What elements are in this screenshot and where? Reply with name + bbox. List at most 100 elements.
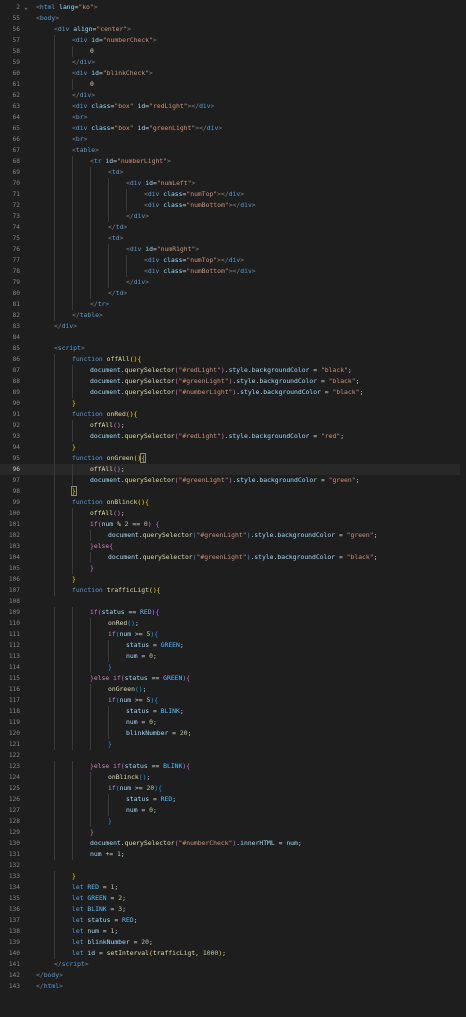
code-line[interactable]: 104 document.querySelector("#greenLight")… [0,552,466,563]
code-line[interactable]: 132 [0,860,466,871]
code-line[interactable]: 74 </td> [0,222,466,233]
code-line[interactable]: 137 let status = RED; [0,915,466,926]
token-attr: class [91,102,111,110]
code-line[interactable]: 72 <div class="numBottom"></div> [0,200,466,211]
code-line[interactable]: 114} [0,662,466,673]
code-line[interactable]: 81 </tr> [0,299,466,310]
code-line[interactable]: 124 onBlinck(); [0,772,466,783]
code-line[interactable]: 97 document.querySelector("#greenLight").… [0,475,466,486]
code-line[interactable]: 70 <div id="numLeft"> [0,178,466,189]
code-line[interactable]: 63 <div class="box" id="redLight"></div> [0,101,466,112]
code-line[interactable]: 92 offAll(); [0,420,466,431]
code-line[interactable]: 93 document.querySelector("#redLight").st… [0,431,466,442]
code-line[interactable]: 138 let num = 1; [0,926,466,937]
code-line[interactable]: 134 let RED = 1; [0,882,466,893]
code-line[interactable]: 67 <table> [0,145,466,156]
code-line[interactable]: 94} [0,442,466,453]
code-line[interactable]: 84 [0,332,466,343]
code-line[interactable]: 122 [0,750,466,761]
current-code-line[interactable]: 96 offAll(); [0,464,466,475]
code-line[interactable]: 113 num = 0; [0,651,466,662]
code-line[interactable]: 78 <div class="numBottom"></div> [0,266,466,277]
code-line[interactable]: 69 <td> [0,167,466,178]
code-line[interactable]: 73 </div> [0,211,466,222]
code-line[interactable]: 140 let id = setInterval(trafficLigt, 100… [0,948,466,959]
code-line[interactable]: 65 <div class="box" id="greenLight"></div… [0,123,466,134]
line-number: 68 [12,158,20,165]
code-line[interactable]: 126 status = RED; [0,794,466,805]
code-line[interactable]: 61 0 [0,79,466,90]
code-line[interactable]: 141 </script> [0,959,466,970]
code-line[interactable]: 95 function onGreen(){ [0,453,466,464]
code-line[interactable]: 57 <div id="numberCheck"> [0,35,466,46]
code-line[interactable]: 106} [0,574,466,585]
code-line[interactable]: 107 function trafficLigt(){ [0,585,466,596]
token-b3: { [154,630,159,638]
code-line[interactable]: 60 <div id="blinkCheck"> [0,68,466,79]
code-line[interactable]: 129} [0,827,466,838]
line-number: 89 [12,389,20,396]
code-line[interactable]: 120 blinkNumber = 20; [0,728,466,739]
code-line[interactable]: 111 if(num >= 5){ [0,629,466,640]
code-line[interactable]: 102 document.querySelector("#greenLight")… [0,530,466,541]
code-line[interactable]: 121} [0,739,466,750]
token-var: document [90,432,121,440]
code-editor[interactable]: 2 ⌄ <html lang="ko"> 55 <body> 56 <div align="… [0,0,466,1017]
code-line[interactable]: 56 <div align="center"> [0,24,466,35]
code-line[interactable]: 76 <div id="numRight"> [0,244,466,255]
code-line[interactable]: 125 if(num >= 20){ [0,783,466,794]
code-line[interactable]: 108 [0,596,466,607]
code-line[interactable]: 87 document.querySelector("#redLight").st… [0,365,466,376]
code-line[interactable]: 135 let GREEN = 2; [0,893,466,904]
code-line[interactable]: 130 document.querySelector("#numberCheck"… [0,838,466,849]
code-line[interactable]: 128} [0,816,466,827]
code-line[interactable]: 143 </html> [0,981,466,992]
scrollbar[interactable] [460,0,466,1017]
code-line[interactable]: 90} [0,398,466,409]
code-line[interactable]: 80 </td> [0,288,466,299]
code-line[interactable]: 142 </body> [0,970,466,981]
code-line[interactable]: 82 </table> [0,310,466,321]
code-line[interactable]: 123}else if(status == BLINK){ [0,761,466,772]
token-text: >= [131,696,147,704]
code-line[interactable]: 112 status = GREEN; [0,640,466,651]
code-line[interactable]: 88 document.querySelector("#greenLight").… [0,376,466,387]
code-line[interactable]: 55 <body> [0,13,466,24]
code-line[interactable]: 136 let BLINK = 3; [0,904,466,915]
code-line[interactable]: 115}else if(status == GREEN){ [0,673,466,684]
code-line[interactable]: 68 <tr id="numberLight"> [0,156,466,167]
code-line[interactable]: 100 offAll(); [0,508,466,519]
code-line[interactable]: 131 num += 1; [0,849,466,860]
code-line[interactable]: 58 0 [0,46,466,57]
code-line[interactable]: 89 document.querySelector("#numberLight")… [0,387,466,398]
code-line[interactable]: 79 </div> [0,277,466,288]
code-line[interactable]: 75 <td> [0,233,466,244]
code-line[interactable]: 119 num = 0; [0,717,466,728]
code-line[interactable]: 2 ⌄ <html lang="ko"> [0,2,466,13]
code-line[interactable]: 59 </div> [0,57,466,68]
code-line[interactable]: 77 <div class="numTop"></div> [0,255,466,266]
code-line[interactable]: 109 if(status == RED){ [0,607,466,618]
code-line[interactable]: 116 onGreen(); [0,684,466,695]
fold-chevron-icon[interactable]: ⌄ [22,2,30,13]
code-line[interactable]: 71 <div class="numTop"></div> [0,189,466,200]
code-line[interactable]: 127 num = 0; [0,805,466,816]
code-line[interactable]: 64 <br> [0,112,466,123]
code-line[interactable]: 110 onRed(); [0,618,466,629]
code-line[interactable]: 83 </div> [0,321,466,332]
code-line[interactable]: 86 function offAll(){ [0,354,466,365]
code-line[interactable]: 105} [0,563,466,574]
line-number: 91 [12,411,20,418]
code-line[interactable]: 98} [0,486,466,497]
code-line[interactable]: 118 status = BLINK; [0,706,466,717]
code-line[interactable]: 103}else{ [0,541,466,552]
code-line[interactable]: 117 if(num >= 5){ [0,695,466,706]
code-line[interactable]: 133} [0,871,466,882]
code-line[interactable]: 139 let blinkNumber = 20; [0,937,466,948]
code-line[interactable]: 66 <br> [0,134,466,145]
code-line[interactable]: 101 if(num % 2 == 0) { [0,519,466,530]
code-line[interactable]: 62 </div> [0,90,466,101]
code-line[interactable]: 91 function onRed(){ [0,409,466,420]
code-line[interactable]: 85 <script> [0,343,466,354]
code-line[interactable]: 99 function onBlinck(){ [0,497,466,508]
